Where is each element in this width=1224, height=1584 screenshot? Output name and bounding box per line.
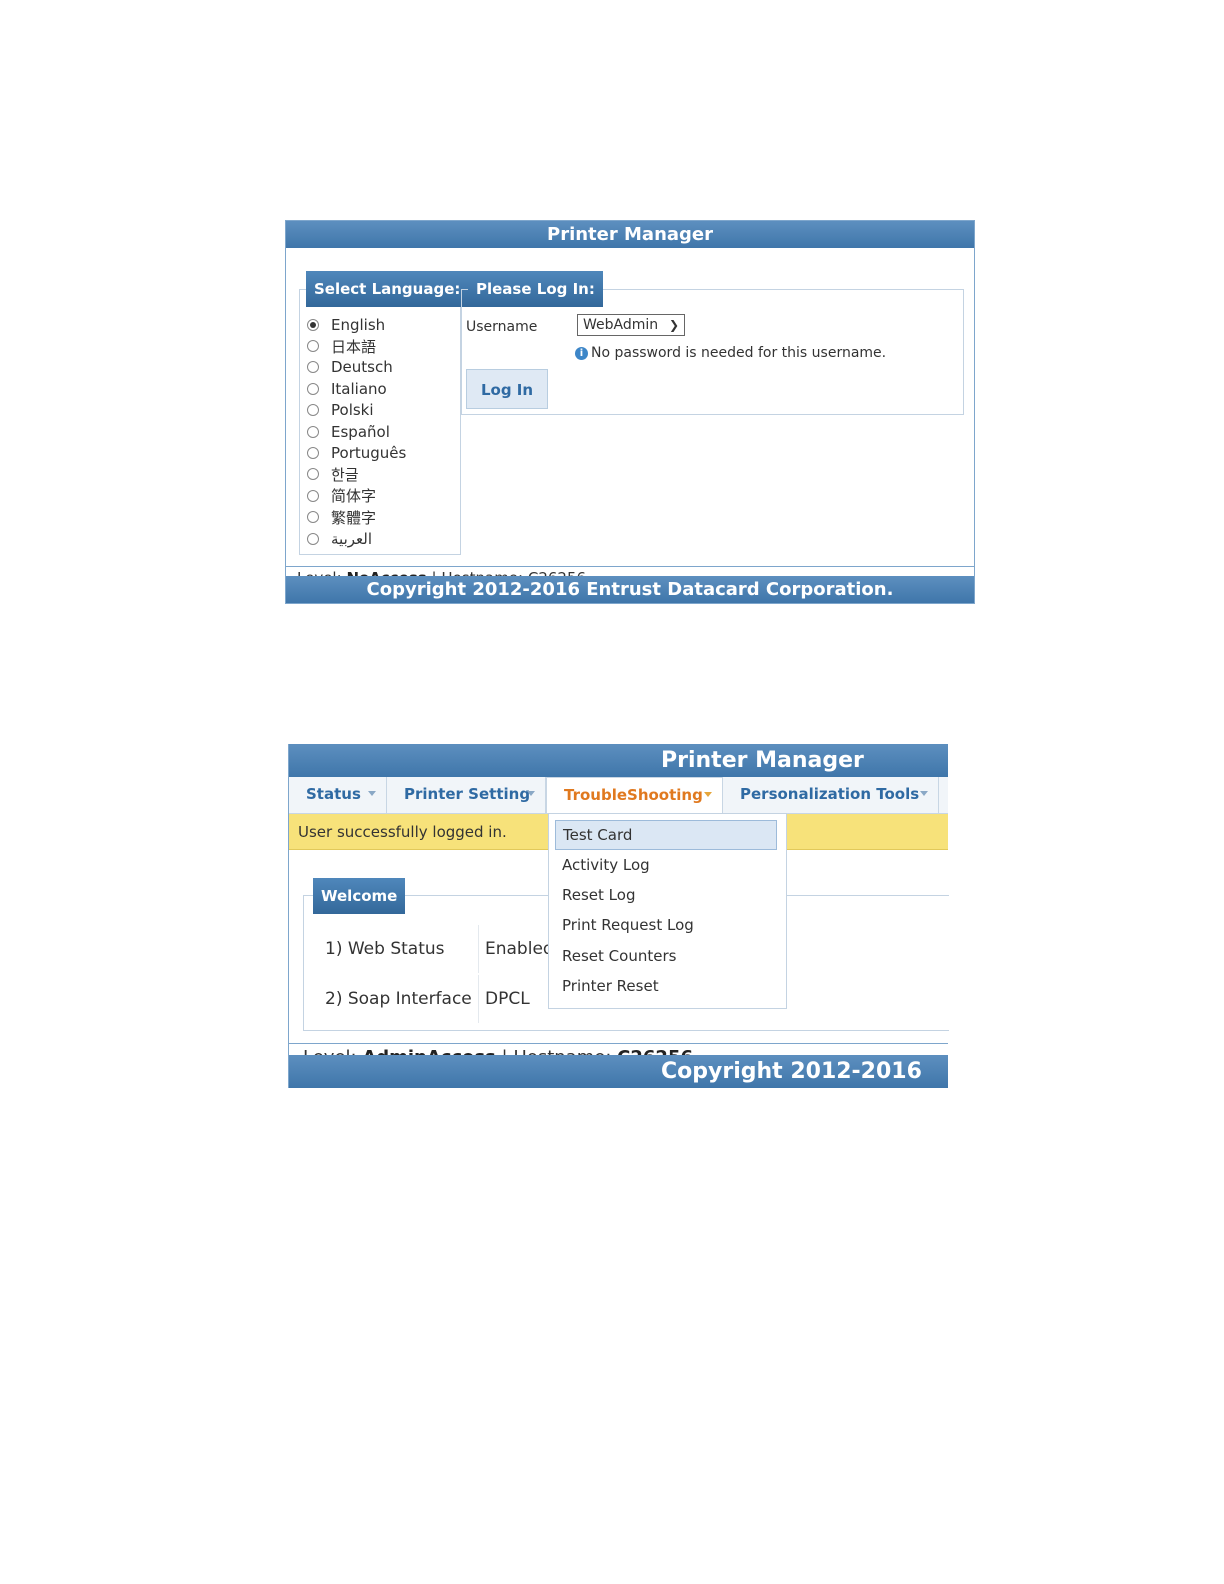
menu-item-reset-counters[interactable]: Reset Counters <box>549 941 786 971</box>
language-label: English <box>331 315 386 334</box>
language-option-traditional-chinese[interactable]: 繁體字 <box>307 507 406 528</box>
caret-down-icon <box>368 791 376 796</box>
table-row: 1) Web Status Enabled <box>311 924 559 974</box>
window-title: Printer Manager <box>289 744 948 777</box>
copyright-footer: Copyright 2012-2016 Entrust Datacard Cor… <box>286 576 974 603</box>
language-option-spanish[interactable]: Español <box>307 421 406 442</box>
login-window: Printer Manager Select Language: English… <box>285 220 975 604</box>
language-option-portuguese[interactable]: Português <box>307 442 406 463</box>
menu-label: TroubleShooting <box>564 786 703 804</box>
radio-icon[interactable] <box>307 489 319 502</box>
language-label: Português <box>331 444 407 463</box>
caret-down-icon <box>704 792 712 797</box>
menu-label: Printer Setting <box>404 785 531 803</box>
language-label: 한글 <box>331 465 359 484</box>
language-label: 繁體字 <box>331 508 377 527</box>
radio-icon[interactable] <box>307 468 319 481</box>
welcome-legend: Welcome <box>313 878 406 914</box>
radio-icon[interactable] <box>307 404 319 417</box>
row-value: Enabled <box>485 939 554 959</box>
radio-icon[interactable] <box>307 340 319 353</box>
menu-troubleshooting[interactable]: TroubleShooting <box>546 777 723 813</box>
table-row: 2) Soap Interface DPCL <box>311 974 559 1024</box>
caret-down-icon <box>920 791 928 796</box>
menu-label: Personalization Tools <box>740 785 920 803</box>
language-option-korean[interactable]: 한글 <box>307 464 406 485</box>
menu-item-reset-log[interactable]: Reset Log <box>549 880 786 910</box>
caret-down-icon <box>527 791 535 796</box>
language-option-polish[interactable]: Polski <box>307 400 406 421</box>
menu-printer-setting[interactable]: Printer Setting <box>387 777 546 813</box>
row-label: 1) Web Status <box>311 925 479 973</box>
radio-icon[interactable] <box>307 361 319 374</box>
radio-icon[interactable] <box>307 532 319 545</box>
language-label: العربية <box>331 529 372 548</box>
language-option-simplified-chinese[interactable]: 简体字 <box>307 485 406 506</box>
copyright-footer: Copyright 2012-2016 Entrust Datacard Cor… <box>289 1055 948 1150</box>
username-select[interactable]: WebAdmin ❯ <box>577 314 685 336</box>
password-info-text: No password is needed for this username. <box>591 345 887 361</box>
info-icon: i <box>575 346 588 360</box>
menu-item-test-card[interactable]: Test Card <box>555 820 777 850</box>
menu-label: Status <box>306 785 361 803</box>
language-option-german[interactable]: Deutsch <box>307 357 406 378</box>
main-menu: Status Printer Setting TroubleShooting P… <box>289 777 948 814</box>
window-title: Printer Manager <box>286 221 974 248</box>
username-label: Username <box>466 319 538 335</box>
language-label: Español <box>331 422 390 441</box>
menu-personalization-tools[interactable]: Personalization Tools <box>723 777 939 813</box>
menu-item-print-request-log[interactable]: Print Request Log <box>549 910 786 940</box>
language-label: Polski <box>331 401 374 420</box>
language-label: 日本語 <box>331 337 377 356</box>
password-info: i No password is needed for this usernam… <box>575 345 886 361</box>
language-legend: Select Language: <box>306 271 469 307</box>
language-option-english[interactable]: English <box>307 314 406 335</box>
chevron-down-icon: ❯ <box>668 318 679 332</box>
welcome-table: 1) Web Status Enabled 2) Soap Interface … <box>311 924 559 1024</box>
language-label: 简体字 <box>331 487 377 506</box>
language-label: Deutsch <box>331 358 393 377</box>
row-value: DPCL <box>485 989 530 1009</box>
menu-item-printer-reset[interactable]: Printer Reset <box>549 971 786 1001</box>
login-legend: Please Log In: <box>468 271 603 307</box>
language-label: Italiano <box>331 379 387 398</box>
menu-item-activity-log[interactable]: Activity Log <box>549 850 786 880</box>
login-button[interactable]: Log In <box>466 369 548 409</box>
radio-icon[interactable] <box>307 382 319 395</box>
radio-icon[interactable] <box>307 425 319 438</box>
username-value: WebAdmin <box>583 317 659 333</box>
row-label: 2) Soap Interface <box>311 975 479 1023</box>
menu-status[interactable]: Status <box>289 777 387 813</box>
language-option-arabic[interactable]: العربية <box>307 528 406 549</box>
radio-selected-icon[interactable] <box>307 318 319 331</box>
admin-window: Printer Manager Status Printer Setting T… <box>288 744 949 1150</box>
language-option-japanese[interactable]: 日本語 <box>307 335 406 356</box>
radio-icon[interactable] <box>307 447 319 460</box>
language-option-italian[interactable]: Italiano <box>307 378 406 399</box>
radio-icon[interactable] <box>307 511 319 524</box>
troubleshooting-dropdown: Test Card Activity Log Reset Log Print R… <box>548 813 787 1009</box>
language-list: English 日本語 Deutsch Italiano Polski Espa… <box>307 314 406 549</box>
